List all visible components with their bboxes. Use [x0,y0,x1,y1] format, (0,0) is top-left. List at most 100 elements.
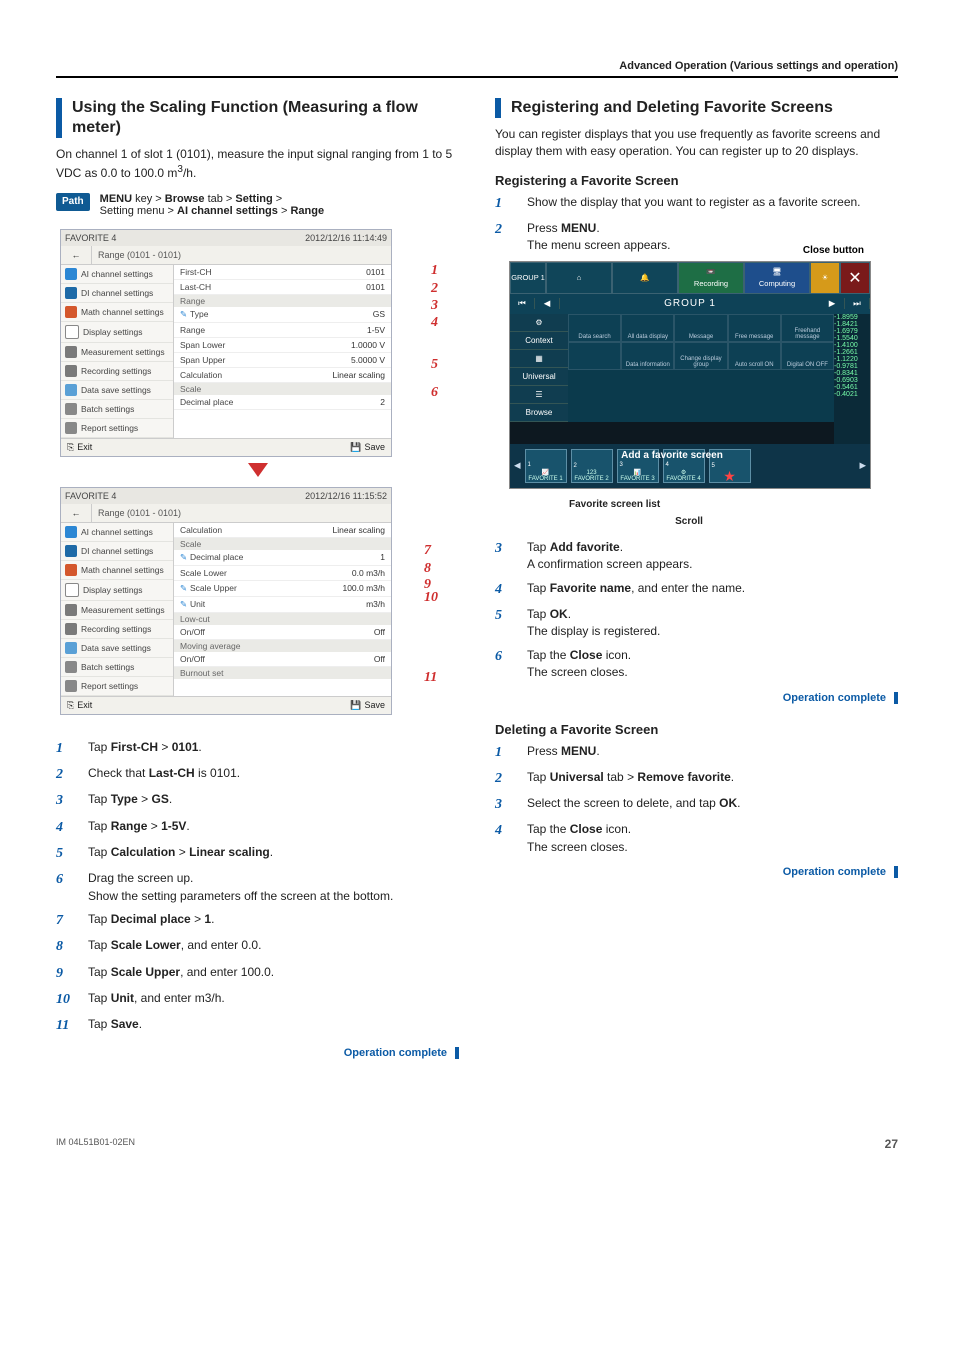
prev-icon[interactable]: ◀ [535,298,560,309]
first-icon[interactable]: ⏮ [510,298,535,309]
screenshot-2: FAVORITE 42012/12/16 11:15:52 ← Range (0… [60,487,392,715]
ctx-icon2[interactable]: ▦ [510,350,568,368]
pencil-icon: ✎ [180,552,190,563]
path-badge: Path [56,193,90,211]
ctx-tile[interactable]: Change display group [674,342,727,370]
sidebar-item-measure[interactable]: Measurement settings [61,343,173,362]
ss1-main: First-CH0101 Last-CH0101 Range ✎TypeGS R… [174,265,391,438]
arrow-down-icon [248,463,268,477]
row-lowcut[interactable]: On/OffOff [174,625,391,640]
sidebar-item-datasave[interactable]: Data save settings [61,381,173,400]
sidebar-item-record[interactable]: Recording settings [61,362,173,381]
save-button[interactable]: 💾 Save [350,700,385,711]
scroll-right-icon[interactable]: ▶ [859,460,866,471]
sidebar-item-report[interactable]: Report settings [61,419,173,438]
reg-head: Registering a Favorite Screen [495,173,898,188]
page-footer: IM 04L51B01-02EN 27 [56,1137,898,1151]
ctx-tile[interactable]: Message [674,314,727,342]
op-complete: Operation complete [344,1047,459,1059]
ctx-tile[interactable]: Data search [568,314,621,342]
next-icon[interactable]: ▶ [820,298,845,309]
row-spanupper[interactable]: Span Upper5.0000 V [174,353,391,368]
home-icon[interactable]: ⌂ [546,262,612,294]
row-unit[interactable]: ✎Unitm3/h [174,597,391,613]
fav-top-row: GROUP 1 ⌂ 🔔 📼Recording 🖥Computing ☀ ✕ [510,262,870,294]
scale-values: -1.8959 -1.8421 -1.6979 -1.5540 -1.4100 … [834,314,870,444]
pencil-icon: ✎ [180,599,190,610]
sidebar-item-display[interactable]: Display settings [61,322,173,343]
ctx-icon[interactable]: ⚙ [510,314,568,332]
recording-tile[interactable]: 📼Recording [678,262,744,294]
buzzer-icon[interactable]: 🔔 [612,262,678,294]
trend-area: Add a favorite screen [510,422,834,444]
star-icon: ★ [723,470,736,482]
row-dec2[interactable]: ✎Decimal place1 [174,550,391,566]
row-lastch[interactable]: Last-CH0101 [174,280,391,295]
footer-code: IM 04L51B01-02EN [56,1137,135,1151]
row-calc2[interactable]: CalculationLinear scaling [174,523,391,538]
right-section-title: Registering and Deleting Favorite Screen… [495,98,898,118]
right-intro: You can register displays that you use f… [495,126,898,161]
universal-label[interactable]: Universal [510,368,568,386]
back-icon[interactable]: ← [61,504,92,522]
sidebar-item-display[interactable]: Display settings [61,580,173,601]
sidebar-item-report[interactable]: Report settings [61,677,173,696]
ctx-tile[interactable]: Free message [728,314,781,342]
row-firstch[interactable]: First-CH0101 [174,265,391,280]
ss1-sidebar: AI channel settings DI channel settings … [61,265,174,438]
browse-label[interactable]: Browse [510,404,568,422]
ctx-tile[interactable]: Freehand message [781,314,834,342]
row-calc[interactable]: CalculationLinear scaling [174,368,391,383]
group-label: GROUP 1 [560,298,820,309]
sidebar-item-ai[interactable]: AI channel settings [61,265,173,284]
exit-button[interactable]: ⎘ Exit [67,700,92,711]
sidebar-item-math[interactable]: Math channel settings [61,561,173,580]
browse-icon[interactable]: ☰ [510,386,568,404]
sidebar-item-datasave[interactable]: Data save settings [61,639,173,658]
sidebar-item-math[interactable]: Math channel settings [61,303,173,322]
last-icon[interactable]: ⏭ [845,298,870,309]
back-icon[interactable]: ← [61,246,92,264]
sidebar-item-di[interactable]: DI channel settings [61,542,173,561]
context-label: Context [510,332,568,350]
annot-addfav: Add a favorite screen [510,450,834,461]
annot-scroll: Scroll [509,516,869,527]
row-type[interactable]: ✎TypeGS [174,307,391,323]
annot-close: Close button [803,245,864,256]
head-scale: Scale [174,383,391,395]
del-head: Deleting a Favorite Screen [495,722,898,737]
ctx-tile[interactable]: Auto scroll ON [728,342,781,370]
row-range[interactable]: Range1-5V [174,323,391,338]
row-movavg[interactable]: On/OffOff [174,652,391,667]
row-scalelower[interactable]: Scale Lower0.0 m3/h [174,566,391,581]
sidebar-item-ai[interactable]: AI channel settings [61,523,173,542]
computing-tile[interactable]: 🖥Computing [744,262,810,294]
sidebar-item-measure[interactable]: Measurement settings [61,601,173,620]
exit-button[interactable]: ⎘ Exit [67,442,92,453]
left-section-title: Using the Scaling Function (Measuring a … [56,98,459,138]
close-icon[interactable]: ✕ [840,262,870,294]
column-right: Registering and Deleting Favorite Screen… [495,98,898,1077]
ss1-toolbar: ← Range (0101 - 0101) [61,246,391,265]
ctx-tile[interactable]: Digital ON OFF [781,342,834,370]
row-scaleupper[interactable]: ✎Scale Upper100.0 m3/h [174,581,391,597]
ctx-tile[interactable] [568,342,621,370]
head-range: Range [174,295,391,307]
sidebar-item-record[interactable]: Recording settings [61,620,173,639]
save-button[interactable]: 💾 Save [350,442,385,453]
sidebar-item-di[interactable]: DI channel settings [61,284,173,303]
pencil-icon: ✎ [180,583,190,594]
pencil-icon: ✎ [180,309,190,320]
row-spanlower[interactable]: Span Lower1.0000 V [174,338,391,353]
sidebar-item-batch[interactable]: Batch settings [61,400,173,419]
favorite-screenshot: GROUP 1 ⌂ 🔔 📼Recording 🖥Computing ☀ ✕ ⏮ … [509,261,871,489]
scroll-left-icon[interactable]: ◀ [514,460,521,471]
sidebar-item-batch[interactable]: Batch settings [61,658,173,677]
screenshot-1: FAVORITE 4 2012/12/16 11:14:49 ← Range (… [60,229,392,457]
reg-steps-bottom: 3Tap Add favorite.A confirmation screen … [495,539,898,682]
brightness-icon[interactable]: ☀ [810,262,840,294]
ctx-tile[interactable]: Data information [621,342,674,370]
ctx-tile[interactable]: All data display [621,314,674,342]
op-complete: Operation complete [783,866,898,878]
row-decimal[interactable]: Decimal place2 [174,395,391,410]
